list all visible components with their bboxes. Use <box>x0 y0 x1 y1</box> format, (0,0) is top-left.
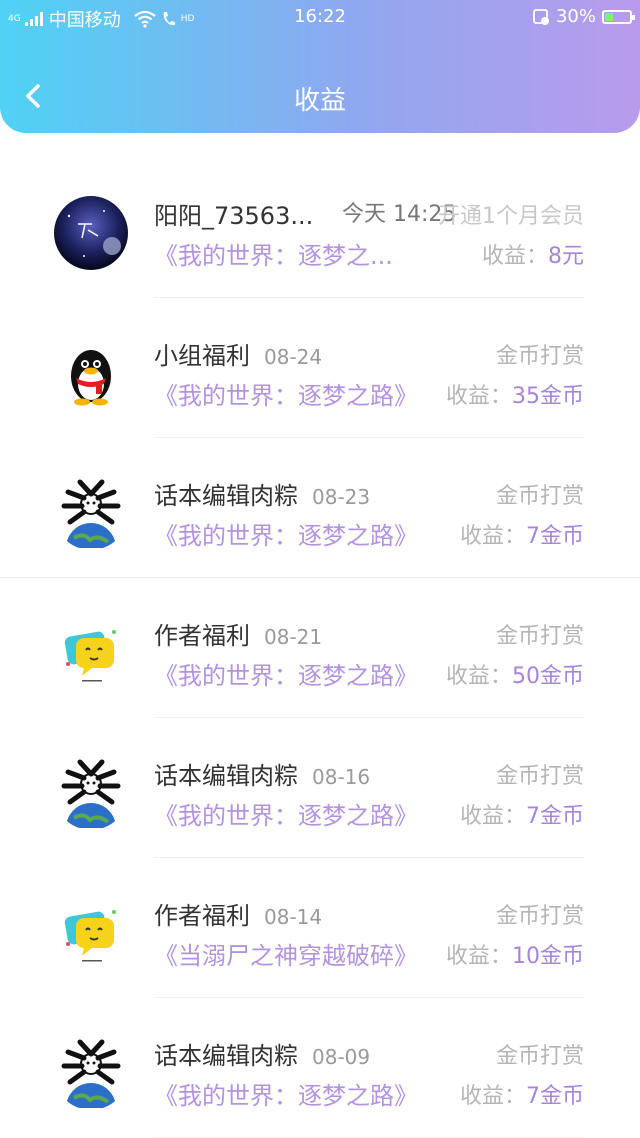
income-date: 08-16 <box>312 765 370 789</box>
notification-muted-icon <box>532 8 550 26</box>
chat-bubble-avatar <box>54 896 128 970</box>
income-amount: 收益：7金币 <box>460 1078 584 1110</box>
income-type: 开通1个月会员 <box>438 198 584 230</box>
book-title: 《当溺尸之神穿越破碎》 <box>154 936 418 971</box>
income-row[interactable]: 作者福利08-21 金币打赏 《我的世界：逐梦之路》 收益：50金币 <box>0 578 640 718</box>
income-type: 金币打赏 <box>496 618 584 650</box>
sender-name: 话本编辑肉粽08-23 <box>154 476 370 511</box>
income-amount: 收益：7金币 <box>460 798 584 830</box>
income-amount: 收益：50金币 <box>446 658 584 690</box>
income-amount: 收益：8元 <box>482 238 584 270</box>
book-title: 《我的世界：逐梦之路》 <box>154 796 418 831</box>
book-title: 《我的世界：逐梦之路》 <box>154 376 418 411</box>
book-title: 《我的世界：逐梦之路》 <box>154 516 418 551</box>
income-date: 08-24 <box>264 345 322 369</box>
page-title: 收益 <box>0 80 640 117</box>
income-type: 金币打赏 <box>496 338 584 370</box>
battery-percent: 30% <box>556 6 596 27</box>
earth-avatar <box>54 1036 128 1110</box>
book-title: 《我的世界：逐梦之路》 <box>154 656 418 691</box>
battery-icon <box>602 10 632 24</box>
income-row[interactable]: 话本编辑肉粽08-23 金币打赏 《我的世界：逐梦之路》 收益：7金币 <box>0 438 640 578</box>
sender-name: 话本编辑肉粽08-16 <box>154 756 370 791</box>
qq-penguin-avatar <box>54 336 128 410</box>
income-amount: 收益：35金币 <box>446 378 584 410</box>
income-row[interactable]: 阳阳_73563... 今天 14:25 开通1个月会员 《我的世界：逐梦之..… <box>0 158 640 298</box>
header-bar: 4G 中国移动 HD 16:22 30% <box>0 0 640 133</box>
book-title: 《我的世界：逐梦之... <box>154 236 393 271</box>
income-row[interactable]: 小组福利08-24 金币打赏 《我的世界：逐梦之路》 收益：35金币 <box>0 298 640 438</box>
income-row[interactable]: 话本编辑肉粽08-16 金币打赏 《我的世界：逐梦之路》 收益：7金币 <box>0 718 640 858</box>
income-row[interactable]: 话本编辑肉粽08-09 金币打赏 《我的世界：逐梦之路》 收益：7金币 <box>0 998 640 1138</box>
income-type: 金币打赏 <box>496 478 584 510</box>
sender-name: 作者福利08-21 <box>154 616 322 651</box>
sender-name: 小组福利08-24 <box>154 336 322 371</box>
sender-name: 作者福利08-14 <box>154 896 322 931</box>
income-date: 08-09 <box>312 1045 370 1069</box>
income-amount: 收益：10金币 <box>446 938 584 970</box>
income-date: 08-23 <box>312 485 370 509</box>
space-avatar <box>54 196 128 270</box>
income-date: 08-21 <box>264 625 322 649</box>
book-title: 《我的世界：逐梦之路》 <box>154 1076 418 1111</box>
income-type: 金币打赏 <box>496 898 584 930</box>
chat-bubble-avatar <box>54 616 128 690</box>
sender-name: 话本编辑肉粽08-09 <box>154 1036 370 1071</box>
income-type: 金币打赏 <box>496 758 584 790</box>
earth-avatar <box>54 476 128 550</box>
income-date: 08-14 <box>264 905 322 929</box>
income-type: 金币打赏 <box>496 1038 584 1070</box>
earth-avatar <box>54 756 128 830</box>
income-amount: 收益：7金币 <box>460 518 584 550</box>
sender-name: 阳阳_73563... <box>154 196 313 231</box>
income-list: 阳阳_73563... 今天 14:25 开通1个月会员 《我的世界：逐梦之..… <box>0 158 640 1138</box>
income-row[interactable]: 作者福利08-14 金币打赏 《当溺尸之神穿越破碎》 收益：10金币 <box>0 858 640 998</box>
status-bar: 4G 中国移动 HD 16:22 30% <box>0 0 640 34</box>
